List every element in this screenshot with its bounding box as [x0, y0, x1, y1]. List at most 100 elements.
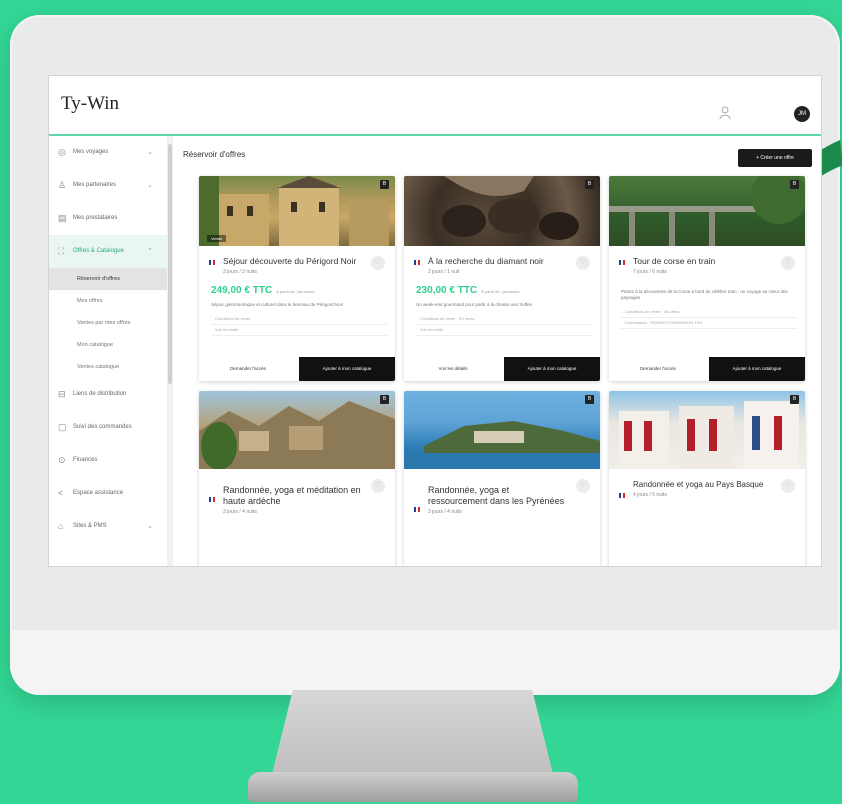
offer-title[interactable]: À la recherche du diamant noir [428, 256, 568, 267]
offer-card[interactable]: B Randonnée, yoga et méditation en haute… [199, 391, 395, 566]
offer-title[interactable]: Randonnée et yoga au Pays Basque [633, 479, 773, 490]
sidebar-item-label: Espace assistance [73, 490, 124, 496]
favorite-icon[interactable]: ♡ [371, 256, 385, 270]
bookmark-badge[interactable]: B [380, 395, 389, 404]
avatar[interactable]: JM [794, 106, 810, 122]
add-to-catalogue-button[interactable]: Ajouter à mon catalogue [709, 357, 805, 381]
app-logo[interactable]: Ty-Win [61, 93, 119, 115]
sidebar-item-finances[interactable]: ⊙ Finances [49, 444, 167, 477]
users-icon: ♙ [58, 180, 67, 190]
sidebar-item-label: Suivi des commandes [73, 424, 132, 430]
secondary-action-button[interactable]: Demander l'accès [199, 357, 297, 381]
offer-info-table: Conditions de vente · 48 offres Commissi… [621, 307, 797, 329]
offer-title[interactable]: Randonnée, yoga et méditation en haute a… [223, 485, 363, 507]
offer-card[interactable]: B Tour de corse en train 7 jours / 6 nui… [609, 176, 805, 381]
offer-duration: 3 jours / 4 nuits [428, 509, 462, 515]
sidebar-item-prestataires[interactable]: ▤ Mes prestataires [49, 202, 167, 235]
sidebar-subitem-reservoir[interactable]: Réservoir d'offres [49, 268, 167, 290]
offer-title[interactable]: Séjour découverte du Périgord Noir [223, 256, 363, 267]
chevron-down-icon: ⌄ [147, 182, 153, 189]
scrollbar-thumb[interactable] [168, 144, 172, 384]
card-body: Randonnée, yoga et méditation en haute a… [199, 469, 395, 515]
offer-title[interactable]: Tour de corse en train [633, 256, 773, 267]
main-content: Réservoir d'offres + Créer une offre B V… [173, 136, 821, 566]
offer-price: 230,00 € TTC À partir de / personne [416, 285, 520, 296]
french-flag-icon [619, 260, 625, 265]
favorite-icon[interactable]: ♡ [576, 256, 590, 270]
sidebar-subitem-mes-offres[interactable]: Mes offres [49, 290, 167, 312]
card-actions: Demander l'accès Ajouter à mon catalogue [199, 357, 395, 381]
top-bar: Ty-Win JM [49, 76, 821, 136]
sidebar-subitem-catalogue[interactable]: Mon catalogue [49, 334, 167, 356]
monitor-base [248, 772, 578, 802]
card-body: Randonnée, yoga et ressourcement dans le… [404, 469, 600, 515]
create-offer-button[interactable]: + Créer une offre [738, 149, 812, 167]
card-body: Tour de corse en train 7 jours / 6 nuits… [609, 246, 805, 329]
offer-duration: 3 jours / 4 nuits [223, 509, 257, 515]
user-icon[interactable] [719, 106, 733, 122]
offer-image: B [609, 391, 805, 469]
offer-info-table: Conditions de vente · En vente Voir les … [416, 314, 592, 336]
sidebar-item-label: Liens de distribution [73, 391, 127, 397]
sidebar-item-label: Sites & PMS [73, 523, 107, 529]
sidebar-item-sites[interactable]: ⌂ Sites & PMS ⌄ [49, 510, 167, 543]
sidebar-item-label: Mes partenaires [73, 182, 117, 188]
clipboard-icon: ▢ [58, 422, 67, 432]
bookmark-badge[interactable]: B [790, 395, 799, 404]
sidebar-item-label: Finances [73, 457, 98, 463]
chevron-down-icon: ⌄ [147, 149, 153, 156]
doc-icon: ▤ [58, 213, 67, 223]
offer-card[interactable]: B Randonnée et yoga au Pays Basque 4 jou… [609, 391, 805, 566]
bookmark-badge[interactable]: B [790, 180, 799, 189]
offer-card[interactable]: B Vendu Séjour découverte du Périgord No… [199, 176, 395, 381]
offer-image: B [199, 391, 395, 469]
offer-description: Séjour gastronomique et culturel dans le… [211, 302, 344, 307]
app-screen: Ty-Win JM ◎ Mes voyages ⌄ ♙ Mes partenai… [48, 75, 822, 567]
page-title: Réservoir d'offres [183, 150, 246, 159]
offer-duration: 3 jours / 2 nuits [223, 269, 257, 275]
monitor-stand [270, 690, 555, 782]
sidebar-item-voyages[interactable]: ◎ Mes voyages ⌄ [49, 136, 167, 169]
secondary-action-button[interactable]: Demander l'accès [609, 357, 707, 381]
sidebar-item-assistance[interactable]: < Espace assistance [49, 477, 167, 510]
status-tag: Vendu [207, 235, 227, 242]
offer-description: Partez à la découverte de la Corse à bor… [621, 289, 788, 300]
sidebar-item-commandes[interactable]: ▢ Suivi des commandes [49, 411, 167, 444]
card-body: Randonnée et yoga au Pays Basque 4 jours… [609, 469, 805, 498]
add-to-catalogue-button[interactable]: Ajouter à mon catalogue [299, 357, 395, 381]
chevron-down-icon: ⌄ [147, 523, 153, 530]
bookmark-badge[interactable]: B [585, 395, 594, 404]
card-actions: Demander l'accès Ajouter à mon catalogue [609, 357, 805, 381]
secondary-action-button[interactable]: Voir les détails [404, 357, 502, 381]
info-row: Conditions de vente [211, 314, 387, 325]
offer-info-table: Conditions de vente Voir les tarifs [211, 314, 387, 336]
sidebar-subitem-ventes-catalogue[interactable]: Ventes catalogue [49, 356, 167, 378]
sidebar-item-label: Offres & Catalogue [73, 248, 124, 254]
offer-title[interactable]: Randonnée, yoga et ressourcement dans le… [428, 485, 568, 507]
card-body: À la recherche du diamant noir 2 jours /… [404, 246, 600, 336]
offer-image: B [404, 176, 600, 246]
offer-duration: 2 jours / 1 nuit [428, 269, 460, 275]
sidebar-item-liens[interactable]: ⊟ Liens de distribution [49, 378, 167, 411]
favorite-icon[interactable]: ♡ [371, 479, 385, 493]
offer-card[interactable]: B Randonnée, yoga et ressourcement dans … [404, 391, 600, 566]
globe-icon: ◎ [58, 147, 66, 157]
offer-card[interactable]: B À la recherche du diamant noir 2 jours… [404, 176, 600, 381]
card-actions: Voir les détails Ajouter à mon catalogue [404, 357, 600, 381]
sidebar-subitem-ventes-offres[interactable]: Ventes par mes offres [49, 312, 167, 334]
offer-duration: 7 jours / 6 nuits [633, 269, 667, 275]
sidebar-item-label: Mes voyages [73, 149, 109, 155]
favorite-icon[interactable]: ♡ [781, 256, 795, 270]
offer-description: Un week-end gourmand pour partir à la ch… [416, 302, 532, 307]
offer-price: 249,00 € TTC À partir de / personne [211, 285, 315, 296]
offer-image: B Vendu [199, 176, 395, 246]
sidebar-item-offres[interactable]: ⛶ Offres & Catalogue ⌃ [49, 235, 167, 268]
bookmark-badge[interactable]: B [585, 180, 594, 189]
favorite-icon[interactable]: ♡ [576, 479, 590, 493]
add-to-catalogue-button[interactable]: Ajouter à mon catalogue [504, 357, 600, 381]
monitor-chin [10, 630, 840, 695]
favorite-icon[interactable]: ♡ [781, 479, 795, 493]
sidebar-item-partenaires[interactable]: ♙ Mes partenaires ⌄ [49, 169, 167, 202]
bookmark-badge[interactable]: B [380, 180, 389, 189]
link-icon: ⊟ [58, 389, 66, 399]
